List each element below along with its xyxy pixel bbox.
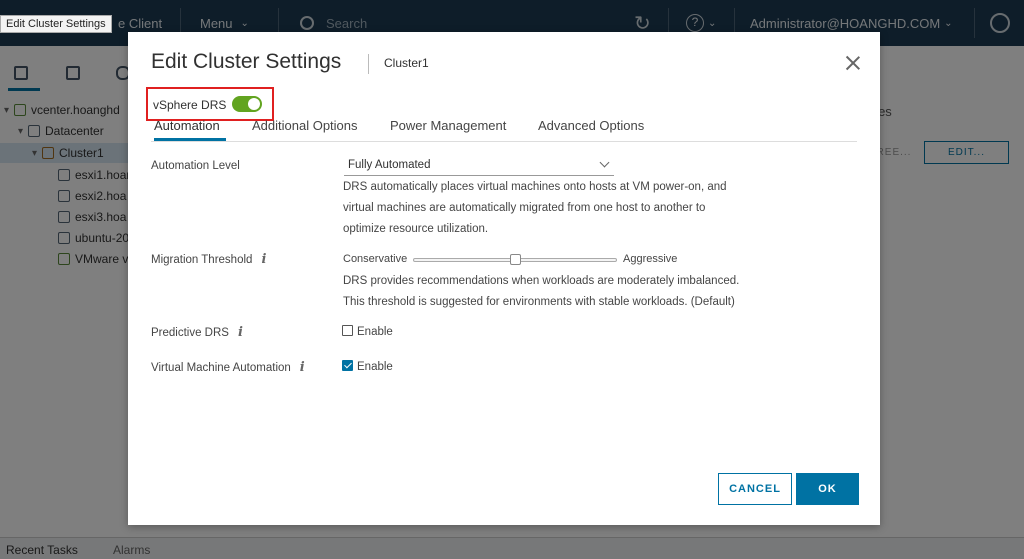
- automation-description-line: DRS automatically places virtual machine…: [343, 181, 727, 193]
- tab-automation[interactable]: Automation: [154, 118, 220, 133]
- migration-threshold-label: Migration Threshold i: [151, 252, 267, 267]
- tab-additional-options[interactable]: Additional Options: [252, 118, 358, 133]
- predictive-drs-checkbox[interactable]: [342, 325, 353, 336]
- automation-level-select[interactable]: Fully Automated: [344, 157, 614, 176]
- automation-description-line: optimize resource utilization.: [343, 223, 489, 235]
- dialog-title: Edit Cluster Settings: [151, 50, 342, 73]
- info-icon[interactable]: i: [261, 252, 266, 267]
- info-icon[interactable]: i: [300, 360, 305, 375]
- toggle-knob: [248, 98, 260, 110]
- slider-thumb[interactable]: [509, 254, 521, 265]
- predictive-drs-enable-label: Enable: [357, 326, 393, 338]
- threshold-description-line: This threshold is suggested for environm…: [343, 296, 735, 308]
- predictive-drs-label: Predictive DRS i: [151, 325, 243, 340]
- chevron-down-icon: [599, 157, 610, 168]
- dialog-subtitle: Cluster1: [384, 56, 429, 70]
- vm-automation-enable-label: Enable: [357, 361, 393, 373]
- active-tab-indicator: [154, 138, 226, 141]
- vm-automation-label: Virtual Machine Automation i: [151, 360, 305, 375]
- info-icon[interactable]: i: [238, 325, 243, 340]
- tooltip: Edit Cluster Settings: [0, 15, 112, 33]
- tab-advanced-options[interactable]: Advanced Options: [538, 118, 644, 133]
- ok-button[interactable]: OK: [796, 473, 859, 505]
- tab-power-management[interactable]: Power Management: [390, 118, 506, 133]
- threshold-description-line: DRS provides recommendations when worklo…: [343, 275, 740, 287]
- automation-level-value: Fully Automated: [348, 159, 431, 171]
- automation-level-label: Automation Level: [151, 160, 240, 172]
- close-icon[interactable]: [844, 54, 862, 72]
- dialog-tabs: Automation Additional Options Power Mana…: [151, 116, 857, 142]
- vm-automation-checkbox[interactable]: [342, 360, 353, 371]
- slider-max-label: Aggressive: [623, 253, 678, 265]
- edit-cluster-settings-dialog: Edit Cluster Settings Cluster1 vSphere D…: [128, 32, 880, 525]
- automation-description-line: virtual machines are automatically migra…: [343, 202, 706, 214]
- slider-min-label: Conservative: [343, 253, 408, 265]
- drs-toggle[interactable]: [232, 96, 262, 112]
- cancel-button[interactable]: CANCEL: [718, 473, 792, 505]
- drs-label: vSphere DRS: [153, 98, 227, 112]
- title-divider: [368, 54, 369, 74]
